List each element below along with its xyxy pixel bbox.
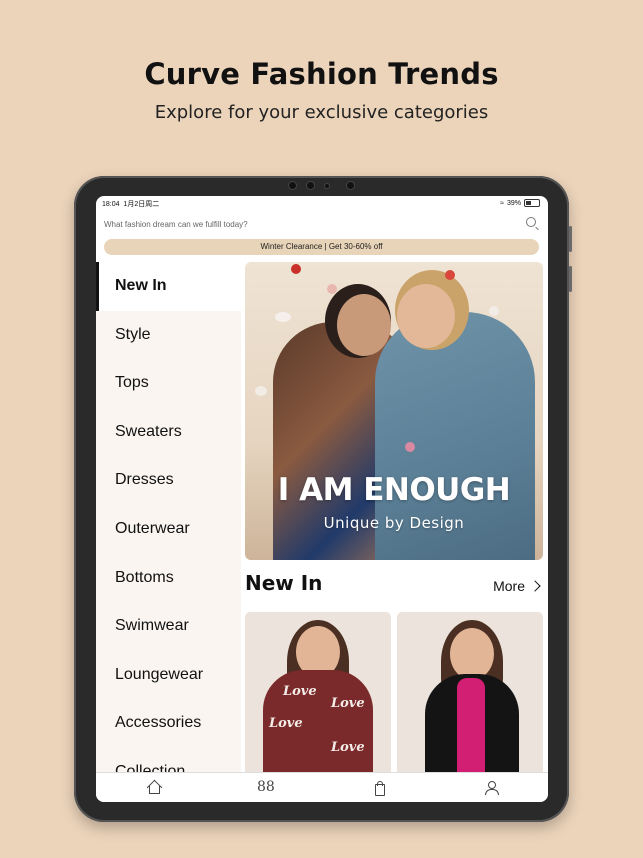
home-icon[interactable] <box>146 779 163 796</box>
more-link[interactable]: More <box>493 578 541 594</box>
sidebar-item-swimwear[interactable]: Swimwear <box>96 602 241 651</box>
bottom-tab-bar: 88 <box>96 772 548 802</box>
category-sidebar: New In Style Tops Sweaters Dresses Outer… <box>96 262 241 772</box>
page-subheadline: Explore for your exclusive categories <box>154 102 489 123</box>
sidebar-item-collection[interactable]: Collection <box>96 748 241 772</box>
more-label: More <box>493 578 525 594</box>
search-icon[interactable] <box>526 217 536 227</box>
flower-icon <box>327 284 337 294</box>
sidebar-item-tops[interactable]: Tops <box>96 359 241 408</box>
status-bar: 18:04 1月2日周二 ≈ 39% <box>96 196 548 210</box>
volume-button <box>569 266 572 292</box>
sidebar-item-bottoms[interactable]: Bottoms <box>96 554 241 603</box>
status-time: 18:04 1月2日周二 <box>102 201 160 208</box>
categories-icon[interactable]: 88 <box>257 780 275 796</box>
product-card[interactable]: Love Love Love Love <box>245 612 391 772</box>
sidebar-item-outerwear[interactable]: Outerwear <box>96 505 241 554</box>
banner-subtitle: Unique by Design <box>323 514 465 532</box>
section-title: New In <box>245 571 323 595</box>
sidebar-item-new-in[interactable]: New In <box>96 262 241 311</box>
volume-button <box>569 226 572 252</box>
flower-icon <box>405 442 415 452</box>
sidebar-item-dresses[interactable]: Dresses <box>96 456 241 505</box>
flower-icon <box>275 312 291 322</box>
search-bar[interactable] <box>104 214 540 232</box>
product-model-face <box>450 628 494 680</box>
flower-icon <box>255 386 267 396</box>
banner-model-face <box>397 284 455 348</box>
banner-title: I AM ENOUGH <box>277 472 511 508</box>
search-input[interactable] <box>104 220 504 229</box>
account-icon[interactable] <box>483 780 499 796</box>
flower-icon <box>291 264 301 274</box>
promo-banner[interactable]: Winter Clearance | Get 30-60% off <box>104 239 539 255</box>
status-right: ≈ 39% <box>500 199 540 207</box>
battery-percent: 39% <box>506 199 521 207</box>
camera-icon <box>289 182 355 190</box>
bag-icon[interactable] <box>371 780 387 796</box>
flower-icon <box>445 270 455 280</box>
flower-icon <box>489 306 499 316</box>
sidebar-item-accessories[interactable]: Accessories <box>96 699 241 748</box>
battery-icon <box>524 199 540 207</box>
sidebar-item-style[interactable]: Style <box>96 311 241 360</box>
app-screen: 18:04 1月2日周二 ≈ 39% Winter Clearance | Ge… <box>96 196 548 802</box>
product-card[interactable] <box>397 612 543 772</box>
sidebar-item-loungewear[interactable]: Loungewear <box>96 651 241 700</box>
wifi-icon: ≈ <box>500 199 504 207</box>
page-headline: Curve Fashion Trends <box>144 57 499 91</box>
product-garment-inner <box>457 678 485 772</box>
hero-banner[interactable]: I AM ENOUGH Unique by Design <box>245 262 543 560</box>
sidebar-item-sweaters[interactable]: Sweaters <box>96 408 241 457</box>
main-content: I AM ENOUGH Unique by Design New In More… <box>245 262 545 772</box>
chevron-right-icon <box>529 580 541 592</box>
banner-model-face <box>337 294 391 356</box>
